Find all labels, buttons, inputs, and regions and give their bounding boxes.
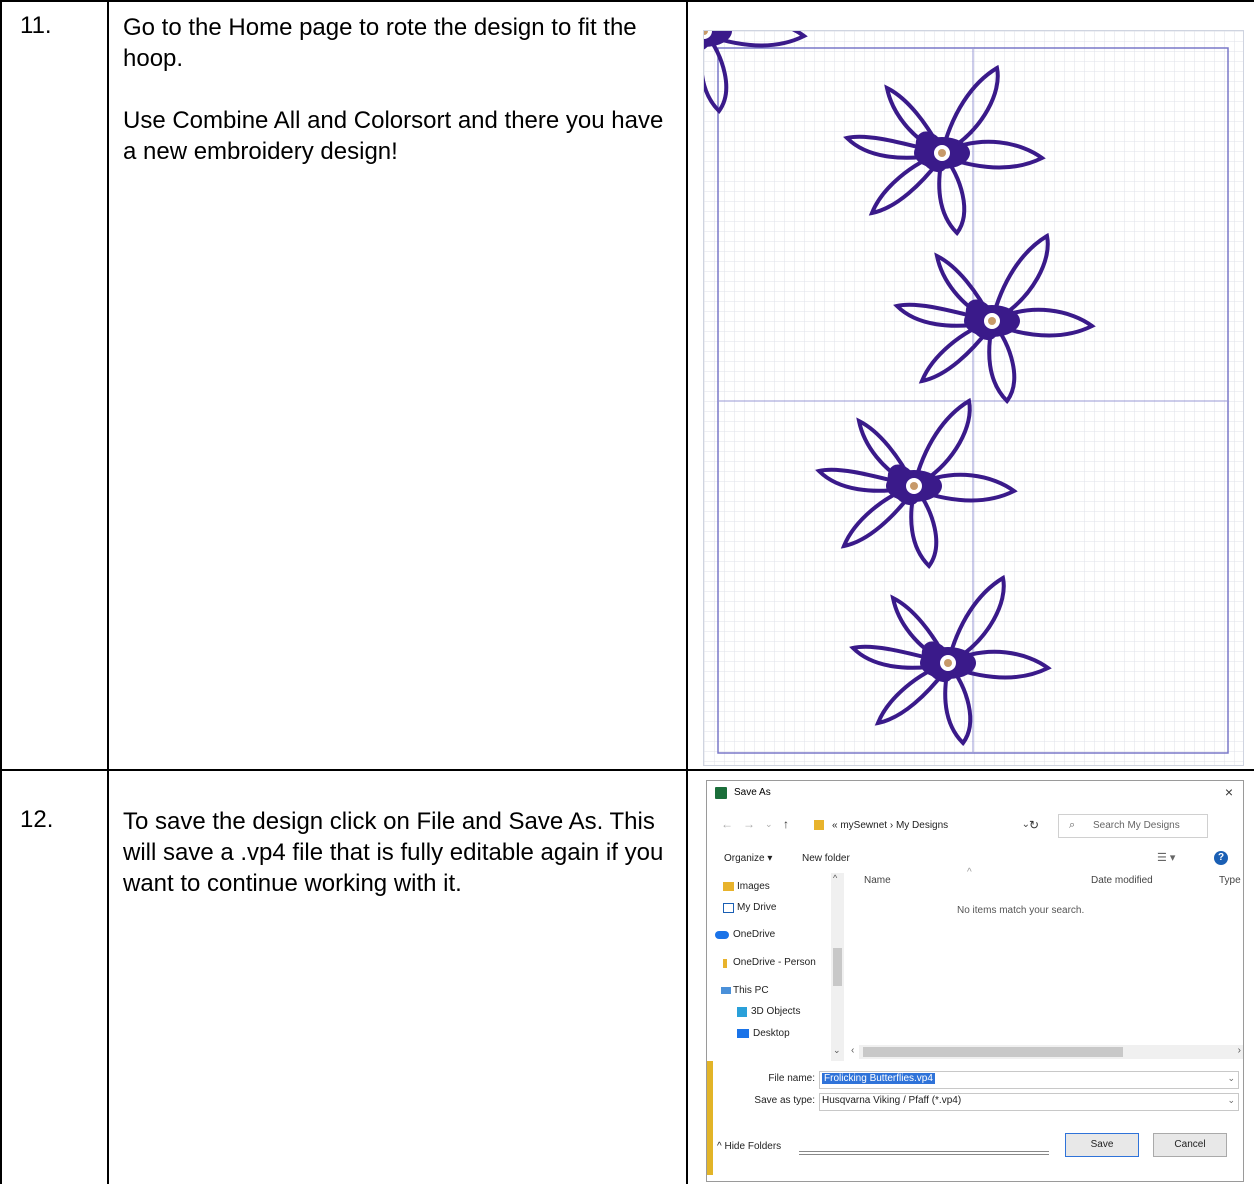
save-type-value: Husqvarna Viking / Pfaff (*.vp4) (822, 1095, 962, 1106)
breadcrumb-item[interactable]: mySewnet (840, 820, 887, 831)
breadcrumb: « mySewnet › My Designs (832, 820, 948, 831)
computer-icon (721, 987, 731, 994)
app-icon (715, 787, 727, 799)
folder-icon (723, 959, 727, 968)
scroll-right-icon[interactable]: › (1238, 1045, 1241, 1056)
search-icon: ⌕ (1069, 819, 1076, 831)
nav-item[interactable]: My Drive (737, 902, 776, 913)
forward-arrow-icon[interactable]: → (743, 817, 755, 831)
scroll-thumb[interactable] (833, 948, 842, 986)
up-arrow-icon[interactable]: ↑ (783, 817, 789, 831)
table-row-divider (0, 769, 1254, 771)
chevron-down-icon[interactable]: ⌄ (1227, 1095, 1235, 1106)
file-name-value: Frolicking Butterflies.vp4 (822, 1073, 935, 1084)
file-name-input[interactable]: Frolicking Butterflies.vp4 ⌄ (819, 1071, 1239, 1089)
step-paragraph: Use Combine All and Colorsort and there … (123, 107, 664, 165)
chevron-down-icon[interactable]: ⌄ (1227, 1073, 1235, 1084)
folder-icon (814, 820, 824, 830)
sort-indicator-icon: ^ (967, 867, 972, 878)
scroll-thumb[interactable] (863, 1047, 1123, 1057)
column-header-name[interactable]: Name (864, 875, 891, 886)
cancel-button[interactable]: Cancel (1153, 1133, 1227, 1157)
divider (799, 1151, 1049, 1155)
horizontal-scrollbar[interactable]: ‹ › (851, 1045, 1243, 1059)
step-number: 11. (20, 12, 52, 39)
navigation-pane: Images My Drive OneDrive OneDrive - Pers… (707, 873, 845, 1061)
save-as-dialog: Save As × ← → ⌄ ↑ « mySewnet › My Design… (706, 780, 1244, 1182)
scroll-up-icon[interactable]: ^ (833, 873, 837, 883)
navigation-bar: ← → ⌄ ↑ « mySewnet › My Designs ⌄ ↻ ⌕ Se… (707, 811, 1243, 841)
empty-message: No items match your search. (957, 905, 1085, 916)
step-paragraph: Go to the Home page to rote the design t… (123, 14, 637, 72)
dialog-titlebar[interactable]: Save As × (707, 781, 1243, 805)
close-icon[interactable]: × (1225, 784, 1233, 800)
folder-icon (723, 882, 734, 891)
recent-chevron-icon[interactable]: ⌄ (765, 819, 773, 830)
step-text: Go to the Home page to rote the design t… (123, 12, 673, 198)
save-button[interactable]: Save (1065, 1133, 1139, 1157)
drive-icon (723, 903, 734, 913)
column-header-type[interactable]: Type (1219, 875, 1241, 886)
scroll-left-icon[interactable]: ‹ (851, 1045, 854, 1056)
desktop-icon (737, 1029, 749, 1038)
column-header-date[interactable]: Date modified (1091, 875, 1153, 886)
hide-folders-button[interactable]: ^ Hide Folders (717, 1141, 781, 1152)
hoop-canvas (704, 31, 1243, 765)
organize-menu[interactable]: Organize ▾ (724, 853, 772, 864)
breadcrumb-prefix: « (832, 820, 838, 831)
breadcrumb-separator: › (889, 820, 894, 831)
back-arrow-icon[interactable]: ← (721, 817, 733, 831)
new-folder-button[interactable]: New folder (802, 853, 850, 864)
search-placeholder: Search My Designs (1093, 820, 1180, 831)
hide-folders-label: Hide Folders (724, 1141, 782, 1152)
nav-item[interactable]: OneDrive - Person (733, 957, 816, 968)
search-input[interactable]: ⌕ Search My Designs (1058, 814, 1208, 838)
nav-item[interactable]: Images (737, 881, 770, 892)
help-icon[interactable]: ? (1214, 851, 1228, 865)
dialog-title: Save As (734, 787, 771, 798)
address-bar[interactable]: « mySewnet › My Designs ⌄ (811, 814, 1030, 838)
view-options-icon[interactable]: ☰ ▾ (1157, 851, 1175, 864)
breadcrumb-item[interactable]: My Designs (896, 820, 948, 831)
nav-item[interactable]: Desktop (753, 1028, 790, 1039)
save-type-label: Save as type: (754, 1095, 815, 1106)
table-column-divider-2 (686, 0, 688, 1184)
table-border-top (0, 0, 1254, 2)
cloud-icon (715, 931, 729, 939)
nav-scrollbar[interactable]: ^ ⌄ (831, 873, 844, 1061)
step-number: 12. (20, 806, 54, 833)
refresh-icon[interactable]: ↻ (1029, 818, 1039, 832)
chevron-up-icon: ^ (717, 1141, 722, 1152)
background-strip (707, 1055, 713, 1175)
file-name-label: File name: (768, 1073, 815, 1084)
table-column-divider-1 (107, 0, 109, 1184)
table-border-left (0, 0, 2, 1184)
nav-item[interactable]: OneDrive (733, 929, 775, 940)
nav-item[interactable]: 3D Objects (751, 1006, 800, 1017)
nav-item[interactable]: This PC (733, 985, 769, 996)
dialog-toolbar: Organize ▾ New folder ☰ ▾ ? (707, 847, 1243, 871)
cube-icon (737, 1007, 747, 1017)
save-type-select[interactable]: Husqvarna Viking / Pfaff (*.vp4) ⌄ (819, 1093, 1239, 1111)
hoop-design-image (703, 30, 1244, 766)
step-text: To save the design click on File and Sav… (123, 806, 673, 930)
scroll-down-icon[interactable]: ⌄ (833, 1045, 841, 1056)
instruction-table: 11. Go to the Home page to rote the desi… (0, 0, 1254, 1184)
step-paragraph: To save the design click on File and Sav… (123, 808, 664, 897)
file-list: Name ^ Date modified Type No items match… (847, 867, 1243, 1061)
